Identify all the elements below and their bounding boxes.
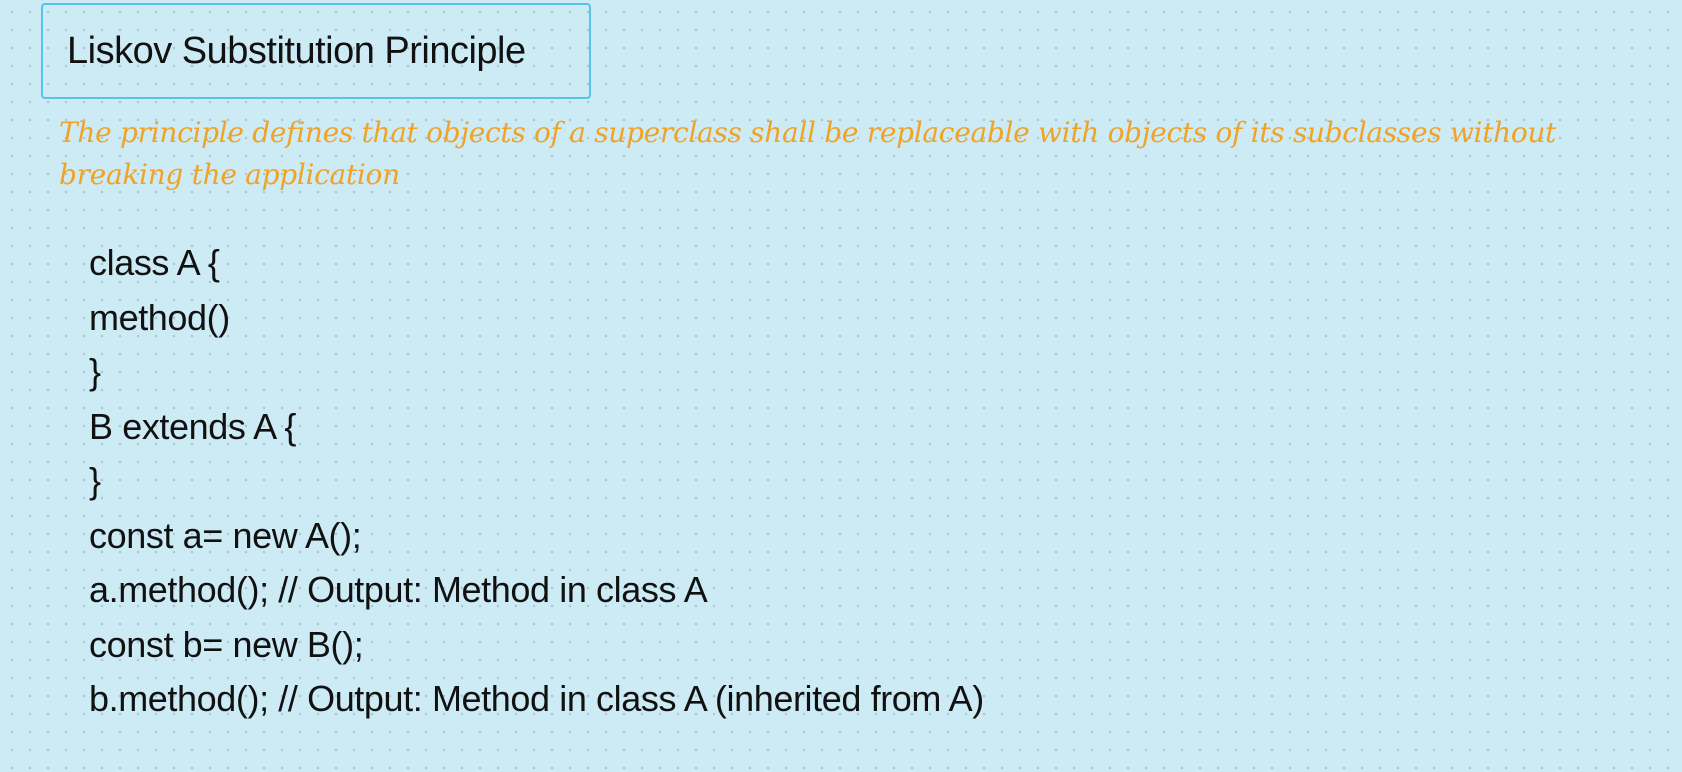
page-title: Liskov Substitution Principle [67, 29, 526, 72]
whiteboard-canvas[interactable]: Liskov Substitution Principle The princi… [0, 0, 1682, 772]
code-line: const a= new A(); [89, 514, 362, 556]
code-line: const b= new B(); [89, 623, 364, 665]
code-line: } [89, 460, 101, 501]
code-line: b.method(); // Output: Method in class A… [89, 678, 984, 719]
code-example: class A { method() } B extends A { } con… [89, 236, 984, 727]
code-line: } [89, 351, 101, 392]
code-line: a.method(); // Output: Method in class A [89, 569, 708, 610]
code-line: class A { [89, 242, 220, 283]
code-line: method() [89, 296, 230, 338]
code-line: B extends A { [89, 405, 296, 447]
title-frame[interactable]: Liskov Substitution Principle [41, 3, 591, 99]
principle-note: The principle defines that objects of a … [59, 116, 1557, 191]
